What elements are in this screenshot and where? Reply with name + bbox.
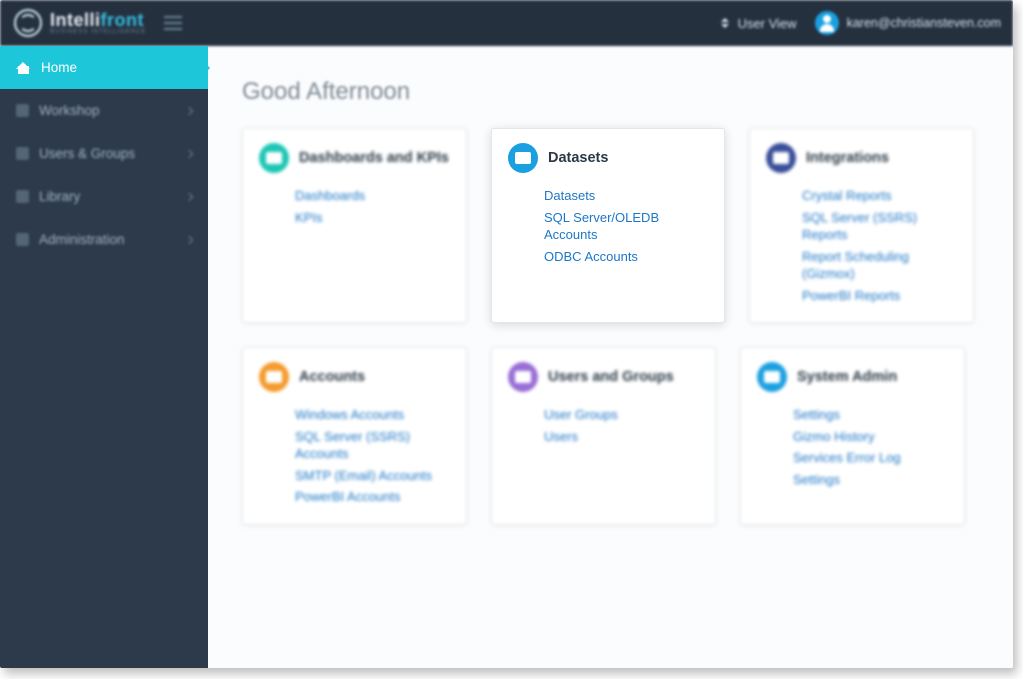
brand-logo[interactable]: Intellifront BUSINESS INTELLIGENCE: [14, 9, 146, 37]
card-link[interactable]: Settings: [793, 471, 948, 489]
card-link[interactable]: PowerBI Reports: [802, 287, 957, 305]
app-shell: Intellifront BUSINESS INTELLIGENCE User …: [0, 0, 1013, 668]
card-title: Dashboards and KPIs: [299, 150, 449, 166]
card-link[interactable]: Settings: [793, 406, 948, 424]
card-link[interactable]: Gizmo History: [793, 428, 948, 446]
card-icon: [508, 143, 538, 173]
card-title: Integrations: [806, 150, 889, 166]
generic-icon: [16, 233, 29, 246]
card-links: User Groups Users: [508, 406, 699, 445]
generic-icon: [16, 104, 29, 117]
sidebar-item-label: Workshop: [39, 103, 100, 118]
sidebar-item-administration[interactable]: Administration: [0, 218, 208, 261]
swap-icon: [718, 16, 732, 30]
card-title: Accounts: [299, 369, 365, 385]
card-links: Windows Accounts SQL Server (SSRS) Accoun…: [259, 406, 450, 506]
sidebar-item-label: Users & Groups: [39, 146, 135, 161]
card-header: Users and Groups: [508, 362, 699, 392]
card-dashboards-and-kpis: Dashboards and KPIs Dashboards KPIs: [242, 128, 467, 323]
card-link[interactable]: Windows Accounts: [295, 406, 450, 424]
brand-subtitle: BUSINESS INTELLIGENCE: [50, 29, 146, 35]
sidebar-item-label: Administration: [39, 232, 125, 247]
card-link[interactable]: SQL Server/OLEDB Accounts: [544, 209, 708, 244]
card-link[interactable]: SMTP (Email) Accounts: [295, 467, 450, 485]
sidebar: Home Workshop Users & Groups Library Adminis…: [0, 46, 208, 668]
card-links: Crystal Reports SQL Server (SSRS) Reports…: [766, 187, 957, 304]
sidebar-item-label: Library: [39, 189, 80, 204]
card-link[interactable]: SQL Server (SSRS) Reports: [802, 209, 957, 244]
user-view-label: User View: [738, 16, 797, 31]
card-header: Dashboards and KPIs: [259, 143, 450, 173]
chevron-right-icon: [185, 106, 193, 114]
card-users-and-groups: Users and Groups User Groups Users: [491, 347, 716, 525]
brand-part-a: Intelli: [50, 10, 101, 30]
cards-grid: Dashboards and KPIs Dashboards KPIs Dataset…: [242, 128, 985, 525]
sidebar-item-library[interactable]: Library: [0, 175, 208, 218]
chevron-right-icon: [185, 235, 193, 243]
card-datasets: Datasets Datasets SQL Server/OLEDB Account…: [491, 128, 725, 323]
topbar: Intellifront BUSINESS INTELLIGENCE User …: [0, 0, 1013, 46]
card-link[interactable]: KPIs: [295, 209, 450, 227]
card-icon: [766, 143, 796, 173]
user-view-toggle[interactable]: User View: [718, 16, 797, 31]
card-link[interactable]: Dashboards: [295, 187, 450, 205]
card-title: Datasets: [548, 150, 608, 166]
card-link[interactable]: Users: [544, 428, 699, 446]
main-content: Good Afternoon Dashboards and KPIsDashbo…: [208, 46, 1013, 668]
card-accounts: Accounts Windows Accounts SQL Server (SSRS…: [242, 347, 467, 525]
home-icon: [16, 60, 31, 75]
card-icon: [757, 362, 787, 392]
card-link[interactable]: PowerBI Accounts: [295, 488, 450, 506]
logo-mark-icon: [14, 9, 42, 37]
menu-toggle-icon[interactable]: [164, 16, 182, 30]
card-link[interactable]: SQL Server (SSRS) Accounts: [295, 428, 450, 463]
chevron-right-icon: [185, 149, 193, 157]
card-link[interactable]: Services Error Log: [793, 449, 948, 467]
card-link[interactable]: User Groups: [544, 406, 699, 424]
card-system-admin: System Admin Settings Gizmo History Service…: [740, 347, 965, 525]
sidebar-item-home[interactable]: Home: [0, 46, 208, 89]
card-link[interactable]: Crystal Reports: [802, 187, 957, 205]
brand-part-b: front: [101, 10, 144, 30]
card-icon: [508, 362, 538, 392]
page-greeting: Good Afternoon: [242, 78, 985, 106]
sidebar-item-label: Home: [41, 60, 77, 75]
card-link[interactable]: Datasets: [544, 187, 708, 205]
card-title: Users and Groups: [548, 369, 674, 385]
body: Home Workshop Users & Groups Library Adminis…: [0, 46, 1013, 668]
card-link[interactable]: ODBC Accounts: [544, 248, 708, 266]
card-links: Dashboards KPIs: [259, 187, 450, 226]
chevron-right-icon: [185, 192, 193, 200]
generic-icon: [16, 147, 29, 160]
sidebar-item-workshop[interactable]: Workshop: [0, 89, 208, 132]
card-integrations: Integrations Crystal Reports SQL Server (S…: [749, 128, 974, 323]
card-icon: [259, 143, 289, 173]
card-title: System Admin: [797, 369, 897, 385]
card-links: Datasets SQL Server/OLEDB Accounts ODBC Ac…: [508, 187, 708, 265]
card-link[interactable]: Report Scheduling (Gizmox): [802, 248, 957, 283]
logo-text: Intellifront BUSINESS INTELLIGENCE: [50, 11, 146, 35]
card-links: Settings Gizmo History Services Error Log S…: [757, 406, 948, 488]
card-header: Integrations: [766, 143, 957, 173]
generic-icon: [16, 190, 29, 203]
sidebar-item-users-groups[interactable]: Users & Groups: [0, 132, 208, 175]
avatar-icon[interactable]: [815, 11, 839, 35]
card-header: Accounts: [259, 362, 450, 392]
card-icon: [259, 362, 289, 392]
user-email[interactable]: karen@christiansteven.com: [847, 16, 1001, 30]
card-header: Datasets: [508, 143, 708, 173]
card-header: System Admin: [757, 362, 948, 392]
